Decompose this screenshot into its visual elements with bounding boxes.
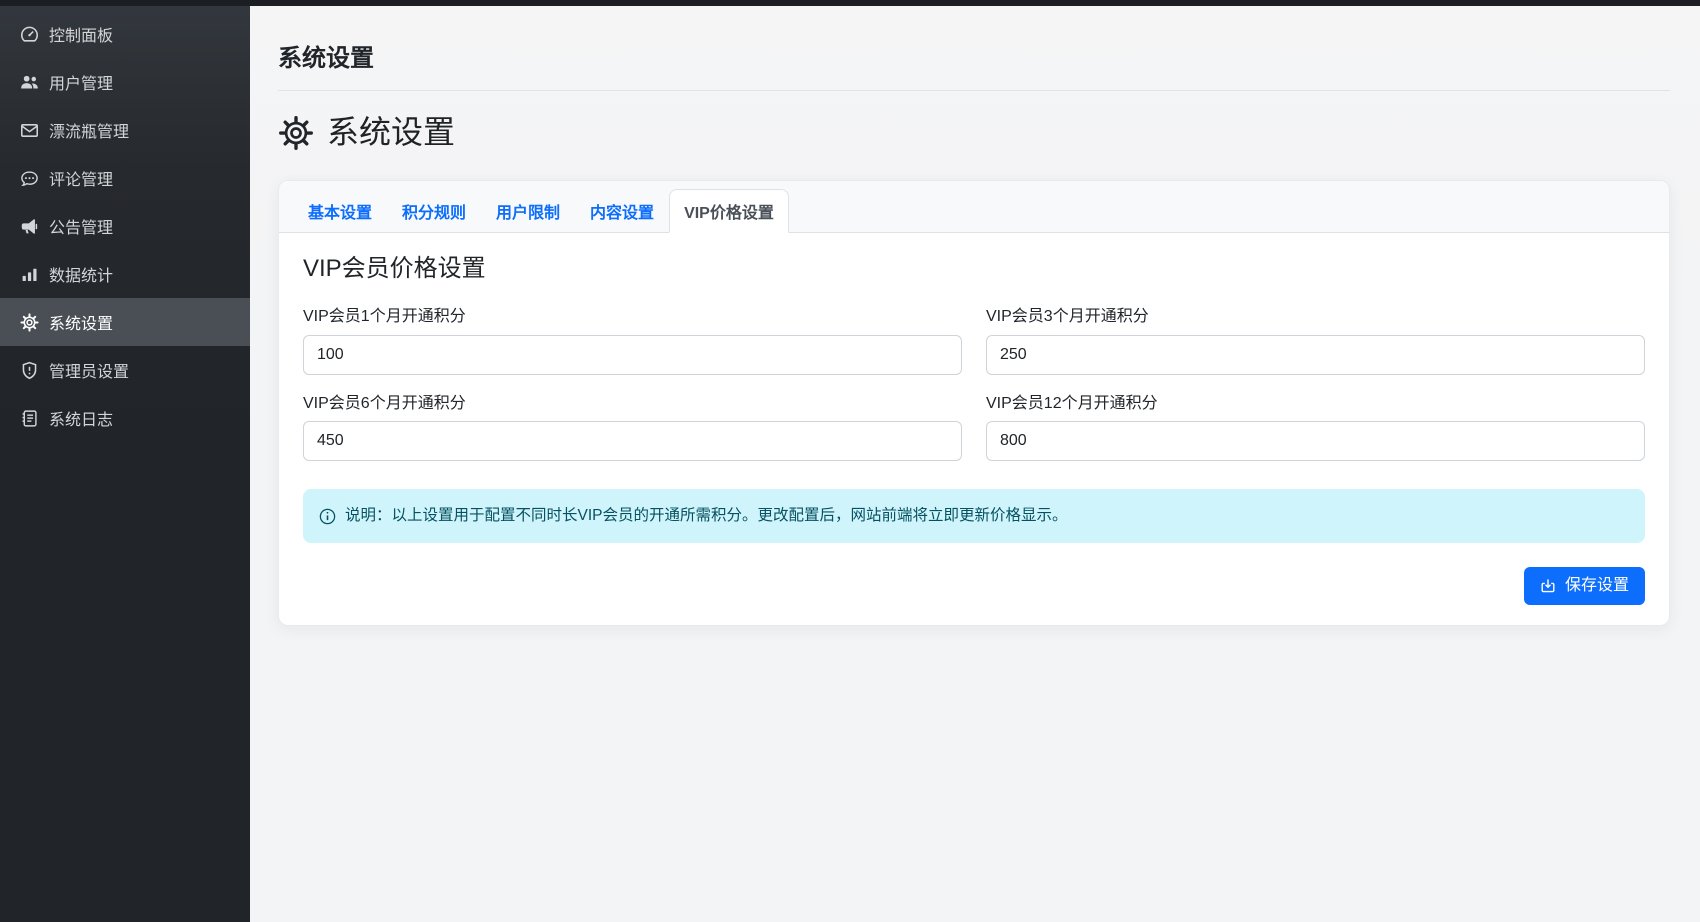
sidebar-item-label: 公告管理: [49, 214, 113, 238]
sidebar-item-comments[interactable]: 评论管理: [0, 154, 250, 202]
section-title: VIP会员价格设置: [303, 253, 1645, 284]
sidebar-item-label: 数据统计: [49, 262, 113, 286]
field-vip-6-month: VIP会员6个月开通积分: [303, 393, 962, 461]
envelope-icon: [19, 120, 39, 140]
page-title: 系统设置: [278, 0, 1670, 74]
sidebar-item-label: 用户管理: [49, 70, 113, 94]
megaphone-icon: [19, 216, 39, 236]
tab-content-settings[interactable]: 内容设置: [575, 189, 669, 233]
users-icon: [19, 72, 39, 92]
vip-price-panel: VIP会员价格设置 VIP会员1个月开通积分 VIP会员3个月开通积分 VIP会…: [279, 233, 1669, 625]
tab-points-rules[interactable]: 积分规则: [387, 189, 481, 233]
field-vip-3-month: VIP会员3个月开通积分: [986, 306, 1645, 374]
field-vip-1-month: VIP会员1个月开通积分: [303, 306, 962, 374]
sidebar-item-system-settings[interactable]: 系统设置: [0, 298, 250, 346]
field-label: VIP会员12个月开通积分: [986, 393, 1645, 415]
sidebar-item-label: 系统日志: [49, 406, 113, 430]
save-settings-button[interactable]: 保存设置: [1524, 567, 1645, 605]
vip-3-month-input[interactable]: [986, 335, 1645, 375]
header-divider: [278, 90, 1670, 91]
sidebar-item-bottles[interactable]: 漂流瓶管理: [0, 106, 250, 154]
sidebar-item-label: 系统设置: [49, 310, 113, 334]
field-label: VIP会员1个月开通积分: [303, 306, 962, 328]
sidebar-item-label: 评论管理: [49, 166, 113, 190]
tab-user-limits[interactable]: 用户限制: [481, 189, 575, 233]
tab-basic-settings[interactable]: 基本设置: [293, 189, 387, 233]
bar-chart-icon: [19, 264, 39, 284]
sidebar-item-label: 管理员设置: [49, 358, 129, 382]
journal-icon: [19, 408, 39, 428]
save-button-label: 保存设置: [1565, 575, 1629, 597]
info-alert-text: 说明：以上设置用于配置不同时长VIP会员的开通所需积分。更改配置后，网站前端将立…: [345, 505, 1068, 527]
card-footer: 保存设置: [303, 567, 1645, 605]
settings-heading-text: 系统设置: [327, 111, 455, 154]
sidebar-item-dashboard[interactable]: 控制面板: [0, 10, 250, 58]
settings-heading: 系统设置: [278, 111, 1670, 154]
save-icon: [1540, 578, 1556, 594]
sidebar-item-system-logs[interactable]: 系统日志: [0, 394, 250, 442]
sidebar-item-label: 漂流瓶管理: [49, 118, 129, 142]
settings-card: 基本设置 积分规则 用户限制 内容设置 VIP价格设置 VIP会员价格设置 VI…: [278, 180, 1670, 626]
sidebar-item-statistics[interactable]: 数据统计: [0, 250, 250, 298]
chat-dots-icon: [19, 168, 39, 188]
sidebar-item-label: 控制面板: [49, 22, 113, 46]
field-vip-12-month: VIP会员12个月开通积分: [986, 393, 1645, 461]
tab-vip-price-settings[interactable]: VIP价格设置: [669, 189, 789, 233]
field-label: VIP会员6个月开通积分: [303, 393, 962, 415]
top-dark-bar: [0, 0, 1700, 6]
field-label: VIP会员3个月开通积分: [986, 306, 1645, 328]
main-content: 系统设置 系统设置 基本设置 积分规则 用户限制 内容设置 VIP价格设置 VI…: [250, 0, 1700, 922]
sidebar-item-announcements[interactable]: 公告管理: [0, 202, 250, 250]
sidebar: 控制面板 用户管理 漂流瓶管理 评论管理 公告管理: [0, 0, 250, 922]
vip-price-form: VIP会员1个月开通积分 VIP会员3个月开通积分 VIP会员6个月开通积分 V…: [303, 306, 1645, 461]
vip-1-month-input[interactable]: [303, 335, 962, 375]
info-alert: 说明：以上设置用于配置不同时长VIP会员的开通所需积分。更改配置后，网站前端将立…: [303, 489, 1645, 543]
info-circle-icon: [319, 508, 336, 525]
settings-tabs: 基本设置 积分规则 用户限制 内容设置 VIP价格设置: [279, 181, 1669, 233]
sidebar-item-admin-settings[interactable]: 管理员设置: [0, 346, 250, 394]
app-window: 控制面板 用户管理 漂流瓶管理 评论管理 公告管理: [0, 0, 1700, 922]
vip-6-month-input[interactable]: [303, 421, 962, 461]
sidebar-item-users[interactable]: 用户管理: [0, 58, 250, 106]
vip-12-month-input[interactable]: [986, 421, 1645, 461]
gear-icon: [278, 115, 314, 151]
speedometer-icon: [19, 24, 39, 44]
gear-icon: [19, 312, 39, 332]
shield-icon: [19, 360, 39, 380]
